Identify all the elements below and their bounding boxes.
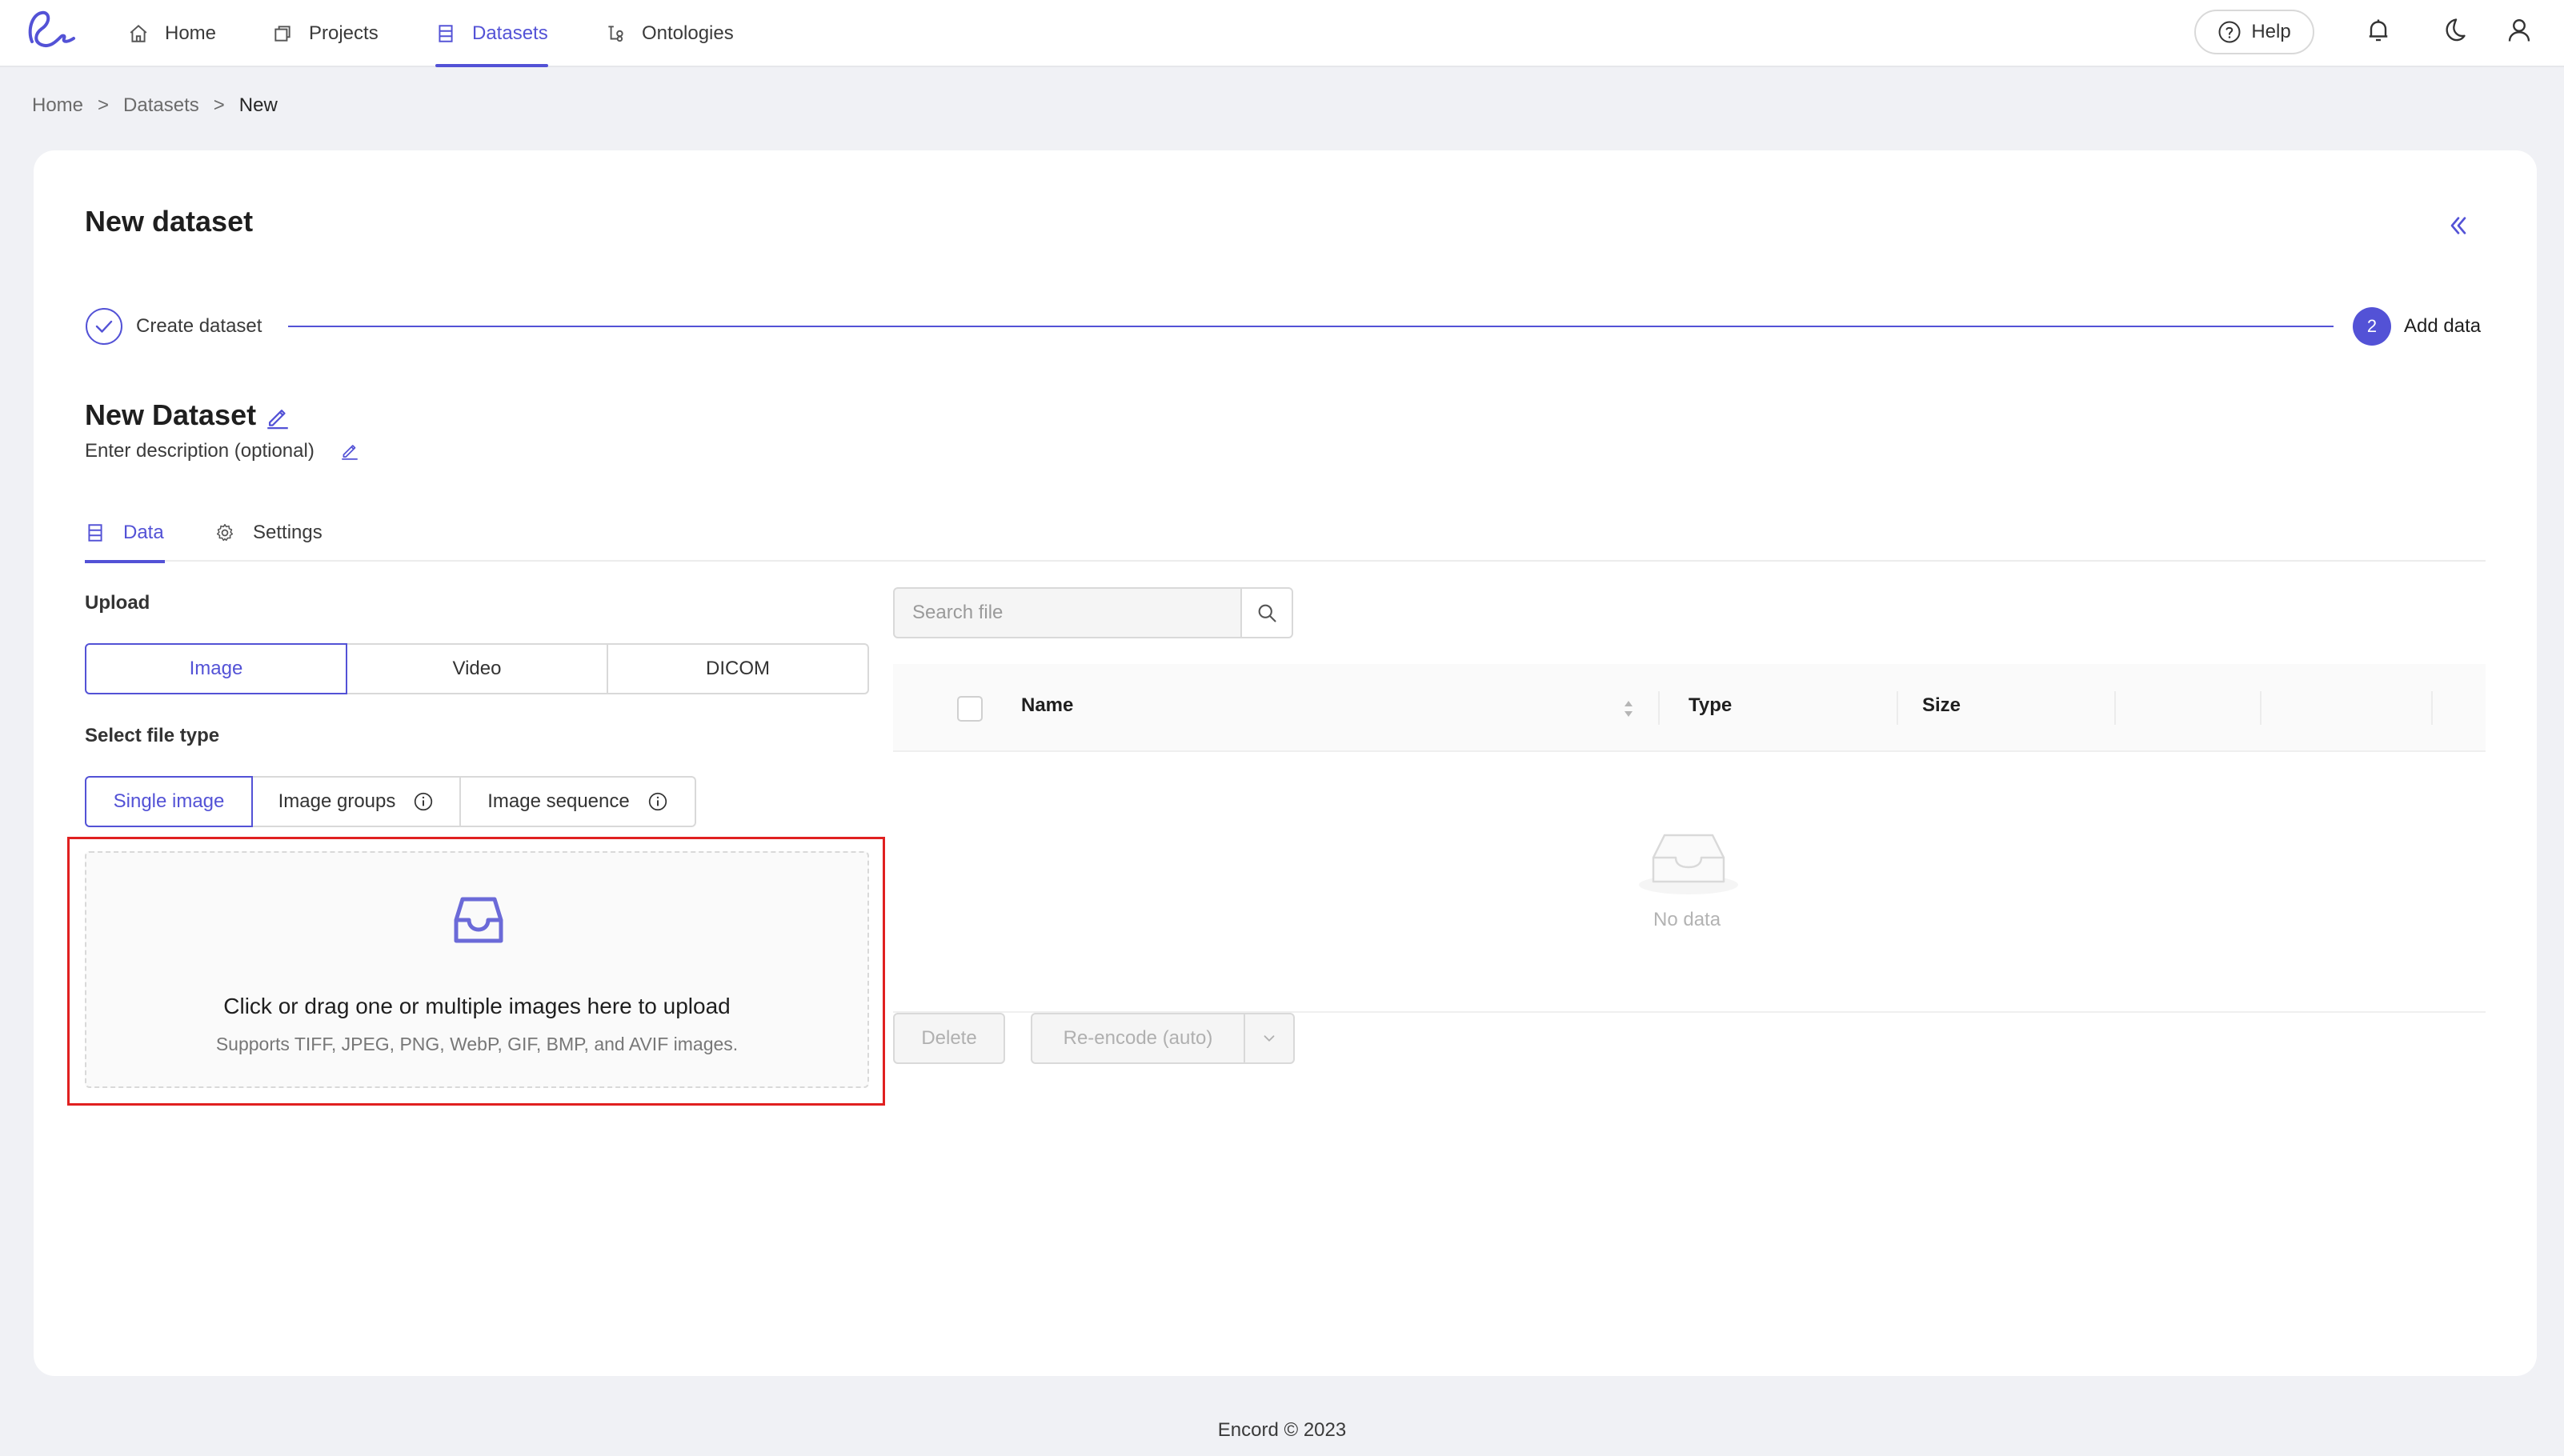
column-divider xyxy=(2431,691,2433,725)
step-2-indicator: 2 xyxy=(2353,307,2391,346)
user-icon[interactable] xyxy=(2505,16,2534,45)
tab-data-label: Data xyxy=(123,522,164,543)
info-icon[interactable] xyxy=(647,791,668,812)
edit-name-icon[interactable] xyxy=(264,403,291,430)
empty-inbox-icon xyxy=(1639,834,1738,894)
gear-icon xyxy=(216,523,234,542)
file-type-image-sequence[interactable]: Image sequence xyxy=(459,776,696,827)
nav-ontologies[interactable]: Ontologies xyxy=(605,0,734,67)
upload-label: Upload xyxy=(85,592,150,614)
chevron-down-icon xyxy=(1264,1035,1275,1042)
breadcrumb-home[interactable]: Home xyxy=(32,94,83,117)
nav-home[interactable]: Home xyxy=(128,0,216,67)
media-type-selector: Image Video DICOM xyxy=(85,643,869,694)
step-progress-line xyxy=(288,326,2334,327)
select-all-checkbox[interactable] xyxy=(957,696,983,722)
datasets-icon xyxy=(88,524,102,542)
column-divider xyxy=(2260,691,2262,725)
bell-icon[interactable] xyxy=(2364,16,2393,45)
search-icon xyxy=(1258,604,1276,622)
step-add-data-label: Add data xyxy=(2404,315,2482,337)
reencode-dropdown-button[interactable] xyxy=(1244,1013,1295,1064)
ontologies-icon xyxy=(608,26,623,42)
nav-datasets[interactable]: Datasets xyxy=(435,0,548,67)
column-name[interactable]: Name xyxy=(1021,694,1073,717)
dropzone-subtitle: Supports TIFF, JPEG, PNG, WebP, GIF, BMP… xyxy=(215,1034,739,1054)
search-button[interactable] xyxy=(1240,587,1293,638)
top-navbar: Home Projects Datasets Ontologies Help xyxy=(0,0,2564,67)
tab-settings[interactable]: Settings xyxy=(214,509,323,562)
upload-dropzone[interactable]: Click or drag one or multiple images her… xyxy=(85,851,869,1088)
tab-data[interactable]: Data xyxy=(85,509,165,563)
moon-icon[interactable] xyxy=(2439,16,2468,45)
empty-state-text: No data xyxy=(1653,909,1721,930)
main-card xyxy=(34,150,2537,1376)
breadcrumb-separator: > xyxy=(213,94,225,116)
edit-description-icon[interactable] xyxy=(339,440,360,461)
column-divider xyxy=(2114,691,2116,725)
footer-copyright: Encord © 2023 xyxy=(1217,1419,1347,1441)
nav-projects-label: Projects xyxy=(309,22,379,44)
page-title: New dataset xyxy=(85,205,254,238)
breadcrumb-datasets[interactable]: Datasets xyxy=(123,94,199,117)
file-type-single-image-label: Single image xyxy=(113,790,225,812)
tabs-divider xyxy=(85,560,2486,562)
file-type-image-groups[interactable]: Image groups xyxy=(251,776,461,827)
file-type-image-sequence-label: Image sequence xyxy=(487,790,630,812)
media-type-video[interactable]: Video xyxy=(346,643,608,694)
info-icon[interactable] xyxy=(413,791,434,812)
dataset-description: Enter description (optional) xyxy=(85,440,314,462)
double-chevron-left-icon[interactable] xyxy=(2446,213,2471,238)
delete-button[interactable]: Delete xyxy=(893,1013,1005,1064)
encord-logo[interactable] xyxy=(24,6,78,56)
sort-icon[interactable] xyxy=(1620,694,1637,723)
file-type-selector: Single image Image groups Image sequence xyxy=(85,776,696,827)
reencode-button[interactable]: Re-encode (auto) xyxy=(1031,1013,1245,1064)
question-circle-icon xyxy=(2218,21,2241,43)
home-icon xyxy=(130,24,147,42)
column-divider xyxy=(1658,691,1660,725)
column-type: Type xyxy=(1689,694,1733,716)
breadcrumb: Home > Datasets > New xyxy=(32,94,278,117)
nav-home-label: Home xyxy=(165,22,217,44)
projects-icon xyxy=(274,26,290,42)
help-button[interactable]: Help xyxy=(2194,10,2314,54)
tab-settings-label: Settings xyxy=(253,522,323,543)
dataset-name: New Dataset xyxy=(85,398,257,431)
breadcrumb-current: New xyxy=(238,94,278,116)
file-type-single-image[interactable]: Single image xyxy=(85,776,253,827)
files-table-header: Name Type Size xyxy=(893,664,2486,752)
column-size: Size xyxy=(1922,694,1961,716)
search-file-input[interactable]: Search file xyxy=(893,587,1242,638)
nav-datasets-label: Datasets xyxy=(472,22,548,44)
media-type-dicom[interactable]: DICOM xyxy=(607,643,869,694)
datasets-icon xyxy=(439,25,453,42)
nav-projects[interactable]: Projects xyxy=(272,0,379,67)
file-type-label: Select file type xyxy=(85,725,220,746)
column-divider xyxy=(1897,691,1898,725)
check-circle-icon xyxy=(86,308,122,345)
step-create-dataset-label: Create dataset xyxy=(136,315,262,337)
media-type-image[interactable]: Image xyxy=(85,643,347,694)
dropzone-title: Click or drag one or multiple images her… xyxy=(223,994,731,1018)
inbox-icon xyxy=(454,897,503,943)
nav-ontologies-label: Ontologies xyxy=(642,22,734,44)
help-label: Help xyxy=(2251,21,2291,42)
file-type-image-groups-label: Image groups xyxy=(278,790,396,812)
breadcrumb-separator: > xyxy=(98,94,110,116)
